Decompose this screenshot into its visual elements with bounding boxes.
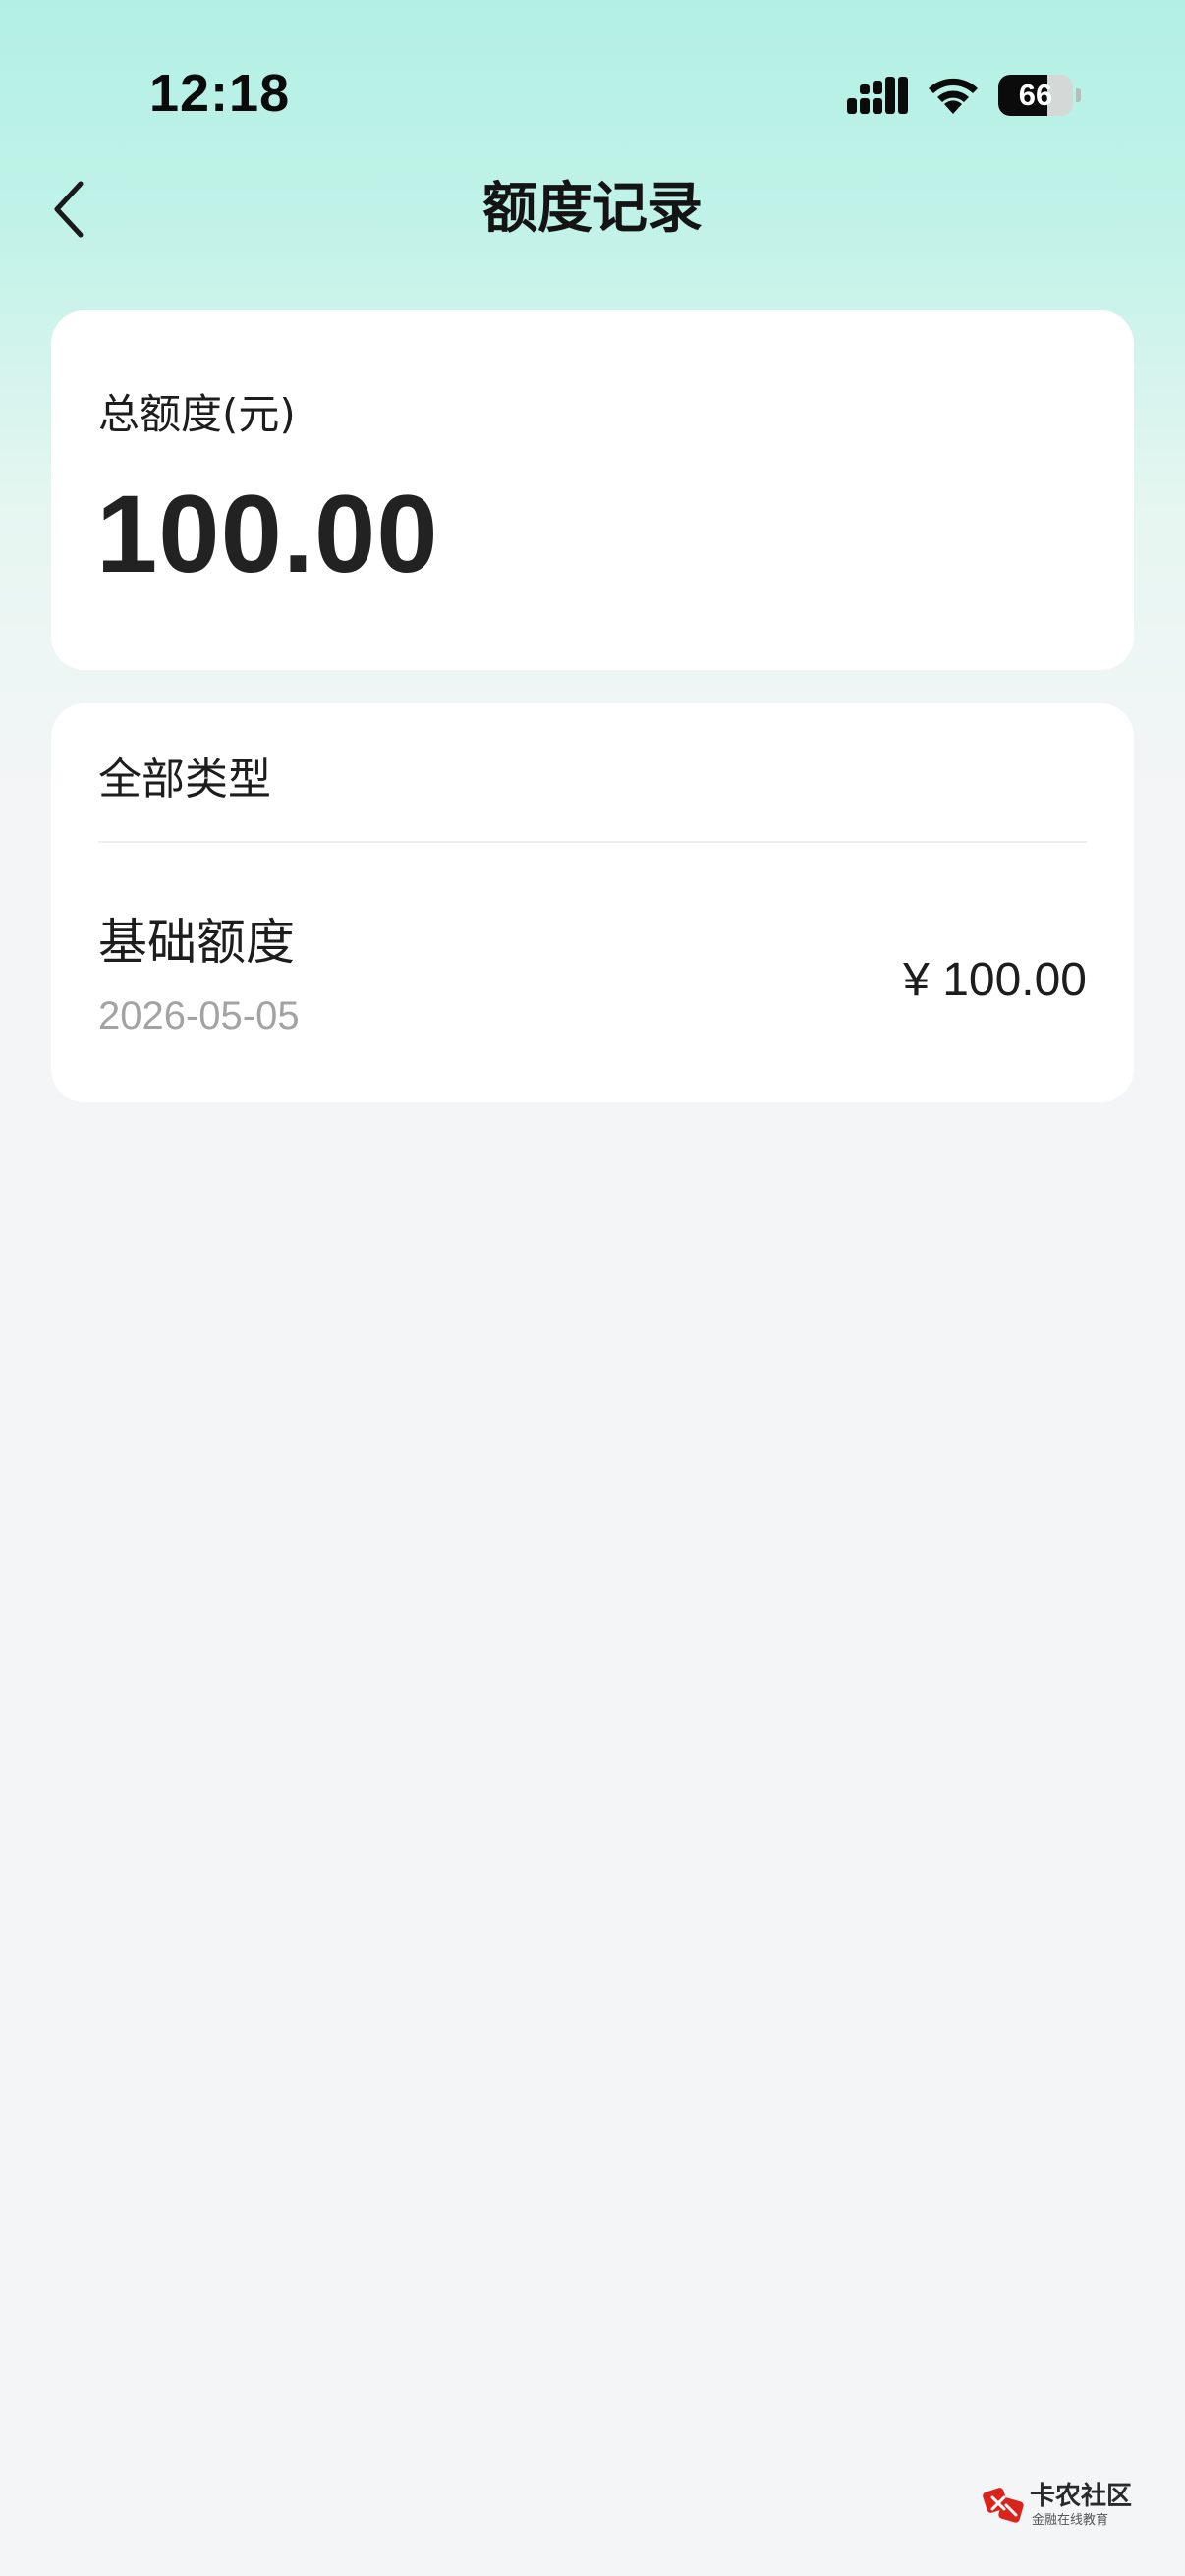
list-item[interactable]: 基础额度 2026-05-05 ¥ 100.00 (51, 843, 1134, 1069)
total-quota-card: 总额度(元) 100.00 (51, 310, 1134, 670)
page-title: 额度记录 (482, 177, 703, 241)
battery-level: 66 (1018, 78, 1053, 112)
watermark: 卡农社区 金融在线教育 (983, 2476, 1140, 2535)
record-title: 基础额度 (98, 914, 295, 971)
status-bar: 12:18 66 (0, 0, 1185, 177)
status-time: 12:18 (149, 64, 291, 123)
watermark-slogan: 金融在线教育 (1032, 2513, 1109, 2528)
total-quota-amount: 100.00 (96, 473, 439, 595)
battery-icon: 66 (998, 75, 1081, 116)
total-quota-label: 总额度(元) (98, 390, 296, 438)
record-date: 2026-05-05 (98, 994, 300, 1037)
quota-records-card: 全部类型 基础额度 2026-05-05 ¥ 100.00 (51, 703, 1134, 1102)
wifi-icon (929, 78, 978, 114)
watermark-name: 卡农社区 (1030, 2482, 1133, 2511)
type-filter[interactable]: 全部类型 (98, 741, 271, 819)
record-amount: ¥ 100.00 (903, 954, 1087, 1006)
kanong-logo-icon (983, 2488, 1024, 2523)
cellular-signal-icon (847, 77, 908, 114)
battery-cap (1076, 88, 1081, 102)
battery-body: 66 (998, 75, 1073, 116)
